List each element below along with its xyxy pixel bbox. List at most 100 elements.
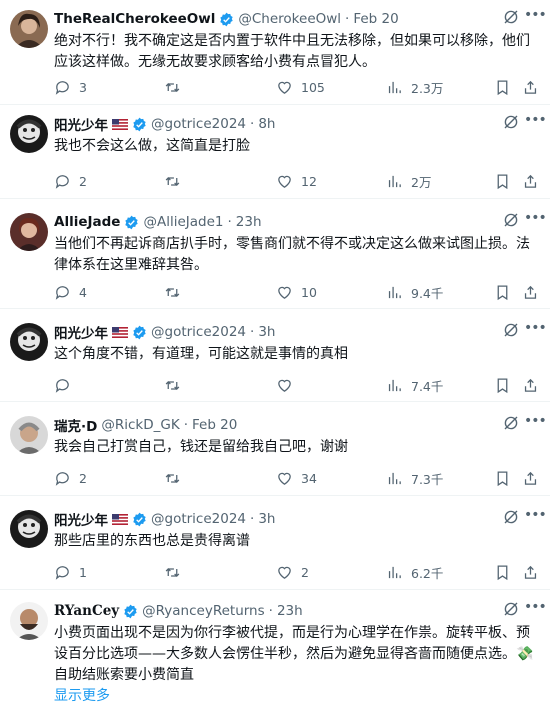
share-button[interactable] [522, 171, 539, 191]
reply-button[interactable] [54, 375, 79, 395]
like-button[interactable] [276, 375, 301, 395]
grok-icon[interactable] [502, 600, 520, 618]
share-button[interactable] [522, 282, 539, 302]
verified-icon [125, 215, 139, 229]
retweet-button[interactable] [164, 282, 189, 302]
view-count: 2.3万 [411, 80, 444, 96]
author-name[interactable]: 阳光少年 [54, 509, 108, 529]
more-icon[interactable]: ••• [524, 319, 547, 339]
bookmark-button[interactable] [494, 171, 511, 191]
bookmark-button[interactable] [494, 468, 511, 488]
author-handle[interactable]: @CherokeeOwl [238, 11, 341, 27]
avatar[interactable] [10, 416, 48, 454]
avatar[interactable] [10, 323, 48, 361]
author-handle[interactable]: @gotrice2024 [151, 511, 246, 527]
like-button[interactable]: 105 [276, 77, 325, 97]
tweet[interactable]: RYanCey @RyanceyReturns · 23h ••• 小费页面出现… [0, 590, 550, 706]
author-handle[interactable]: @RyanceyReturns [142, 603, 265, 619]
separator: · [183, 417, 188, 433]
reply-icon [55, 285, 69, 300]
reply-button[interactable]: 1 [54, 562, 87, 582]
views-button[interactable]: 7.3千 [386, 468, 443, 488]
timestamp[interactable]: 23h [277, 603, 303, 619]
share-button[interactable] [522, 77, 539, 97]
views-button[interactable]: 2.3万 [386, 77, 443, 97]
like-button[interactable]: 10 [276, 282, 317, 302]
author-name[interactable]: TheRealCherokeeOwl [54, 11, 215, 27]
more-icon[interactable]: ••• [524, 412, 547, 432]
reply-button[interactable]: 2 [54, 468, 87, 488]
author-name[interactable]: 阳光少年 [54, 114, 108, 134]
like-button[interactable]: 12 [276, 171, 317, 191]
views-button[interactable]: 7.4千 [386, 375, 443, 395]
separator: · [345, 11, 350, 27]
tweet[interactable]: 阳光少年 @gotrice2024 · 3h ••• 那些店里的东西也总是贵得离… [0, 496, 550, 590]
like-button[interactable]: 34 [276, 468, 317, 488]
reply-button[interactable]: 4 [54, 282, 87, 302]
reply-count: 1 [79, 564, 87, 580]
author-name[interactable]: 瑞克·D [54, 415, 97, 435]
grok-icon[interactable] [502, 508, 520, 526]
more-icon[interactable]: ••• [524, 209, 547, 229]
views-button[interactable]: 2万 [386, 171, 431, 191]
tweet[interactable]: 阳光少年 @gotrice2024 · 3h ••• 这个角度不错，有道理，可能… [0, 309, 550, 402]
author-handle[interactable]: @AllieJade1 [143, 214, 223, 230]
retweet-button[interactable] [164, 171, 189, 191]
share-button[interactable] [522, 562, 539, 582]
author-handle[interactable]: @gotrice2024 [151, 324, 246, 340]
timestamp[interactable]: 3h [258, 324, 275, 340]
grok-icon[interactable] [502, 211, 520, 229]
timestamp[interactable]: Feb 20 [192, 417, 237, 433]
author-name[interactable]: 阳光少年 [54, 322, 108, 342]
grok-icon[interactable] [502, 414, 520, 432]
separator: · [250, 116, 255, 132]
bookmark-icon [497, 173, 508, 189]
reply-icon [55, 174, 69, 189]
bookmark-button[interactable] [494, 282, 511, 302]
retweet-button[interactable] [164, 375, 189, 395]
avatar[interactable] [10, 10, 48, 48]
action-bar: 2 12 2万 [54, 171, 538, 191]
views-button[interactable]: 6.2千 [386, 562, 443, 582]
tweet[interactable]: TheRealCherokeeOwl @CherokeeOwl · Feb 20… [0, 0, 550, 105]
show-more-link[interactable]: 显示更多 [54, 686, 538, 707]
grok-icon[interactable] [502, 8, 520, 26]
tweet[interactable]: 阳光少年 @gotrice2024 · 8h ••• 我也不会这么做，这简直是打… [0, 105, 550, 199]
bookmark-button[interactable] [494, 77, 511, 97]
more-icon[interactable]: ••• [524, 598, 547, 618]
avatar[interactable] [10, 115, 48, 153]
like-count: 12 [301, 173, 317, 189]
timestamp[interactable]: Feb 20 [353, 11, 398, 27]
tweet[interactable]: 瑞克·D @RickD_GK · Feb 20 ••• 我会自己打赏自己，钱还是… [0, 402, 550, 496]
retweet-icon [165, 82, 180, 92]
bookmark-button[interactable] [494, 375, 511, 395]
author-name[interactable]: RYanCey [54, 603, 119, 619]
reply-button[interactable]: 2 [54, 171, 87, 191]
grok-icon[interactable] [502, 321, 520, 339]
timestamp[interactable]: 8h [258, 116, 275, 132]
timestamp[interactable]: 23h [236, 214, 262, 230]
author-handle[interactable]: @RickD_GK [101, 417, 179, 433]
avatar[interactable] [10, 602, 48, 640]
tweet[interactable]: AllieJade @AllieJade1 · 23h ••• 当他们不再起诉商… [0, 199, 550, 309]
grok-icon[interactable] [502, 113, 520, 131]
author-name[interactable]: AllieJade [54, 214, 120, 230]
bookmark-button[interactable] [494, 562, 511, 582]
reply-button[interactable]: 3 [54, 77, 87, 97]
like-button[interactable]: 2 [276, 562, 309, 582]
separator: · [268, 603, 273, 619]
retweet-button[interactable] [164, 77, 189, 97]
share-button[interactable] [522, 468, 539, 488]
retweet-button[interactable] [164, 562, 189, 582]
author-handle[interactable]: @gotrice2024 [151, 116, 246, 132]
more-icon[interactable]: ••• [524, 6, 547, 26]
action-bar: 2 34 7.3千 [54, 468, 538, 488]
avatar[interactable] [10, 213, 48, 251]
avatar[interactable] [10, 510, 48, 548]
views-button[interactable]: 9.4千 [386, 282, 443, 302]
retweet-button[interactable] [164, 468, 189, 488]
timestamp[interactable]: 3h [258, 511, 275, 527]
more-icon[interactable]: ••• [524, 111, 547, 131]
share-button[interactable] [522, 375, 539, 395]
more-icon[interactable]: ••• [524, 506, 547, 526]
